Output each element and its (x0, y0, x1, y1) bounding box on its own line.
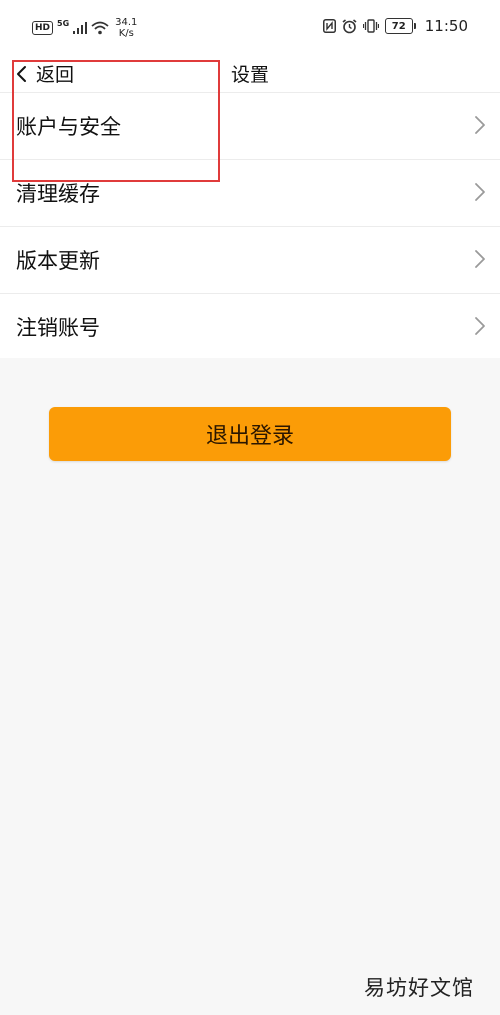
network-speed-unit: K/s (118, 28, 134, 39)
status-time: 11:50 (424, 17, 468, 35)
status-right: 72 11:50 (322, 17, 468, 35)
status-bar: HD 5G 34.1 K/s 72 11:50 (0, 0, 500, 56)
wifi-icon (91, 21, 109, 35)
hd-badge: HD (32, 21, 54, 35)
status-left: HD 5G 34.1 K/s (32, 17, 137, 39)
settings-item-label: 清理缓存 (16, 182, 100, 206)
nav-bar: 返回 设置 (0, 56, 500, 92)
network-speed: 34.1 K/s (115, 17, 137, 39)
battery-indicator: 72 (384, 18, 416, 34)
chevron-right-icon (475, 250, 485, 268)
chevron-right-icon (475, 317, 485, 335)
chevron-right-icon (475, 116, 485, 134)
watermark: 易坊好文馆 (364, 976, 474, 1000)
back-button[interactable]: 返回 (16, 60, 74, 87)
nfc-icon (322, 19, 336, 33)
settings-item-label: 账户与安全 (16, 115, 121, 139)
chevron-right-icon (475, 183, 485, 201)
settings-item-label: 版本更新 (16, 249, 100, 273)
back-chevron-icon (17, 65, 26, 82)
back-label: 返回 (36, 64, 75, 86)
logout-button[interactable]: 退出登录 (49, 407, 451, 461)
settings-item-label: 注销账号 (16, 316, 100, 340)
network-type: 5G (57, 18, 70, 28)
settings-item-clear-cache[interactable]: 清理缓存 (0, 159, 500, 226)
network-speed-value: 34.1 (115, 17, 138, 28)
settings-item-cancel-account[interactable]: 注销账号 (0, 293, 500, 360)
settings-item-account-security[interactable]: 账户与安全 (0, 92, 500, 159)
cellular-signal-icon (73, 22, 88, 34)
alarm-icon (342, 18, 357, 33)
vibrate-icon (362, 19, 379, 33)
settings-item-version-update[interactable]: 版本更新 (0, 226, 500, 293)
settings-list: 账户与安全 清理缓存 版本更新 注销账号 (0, 92, 500, 360)
page-title: 设置 (231, 64, 270, 86)
